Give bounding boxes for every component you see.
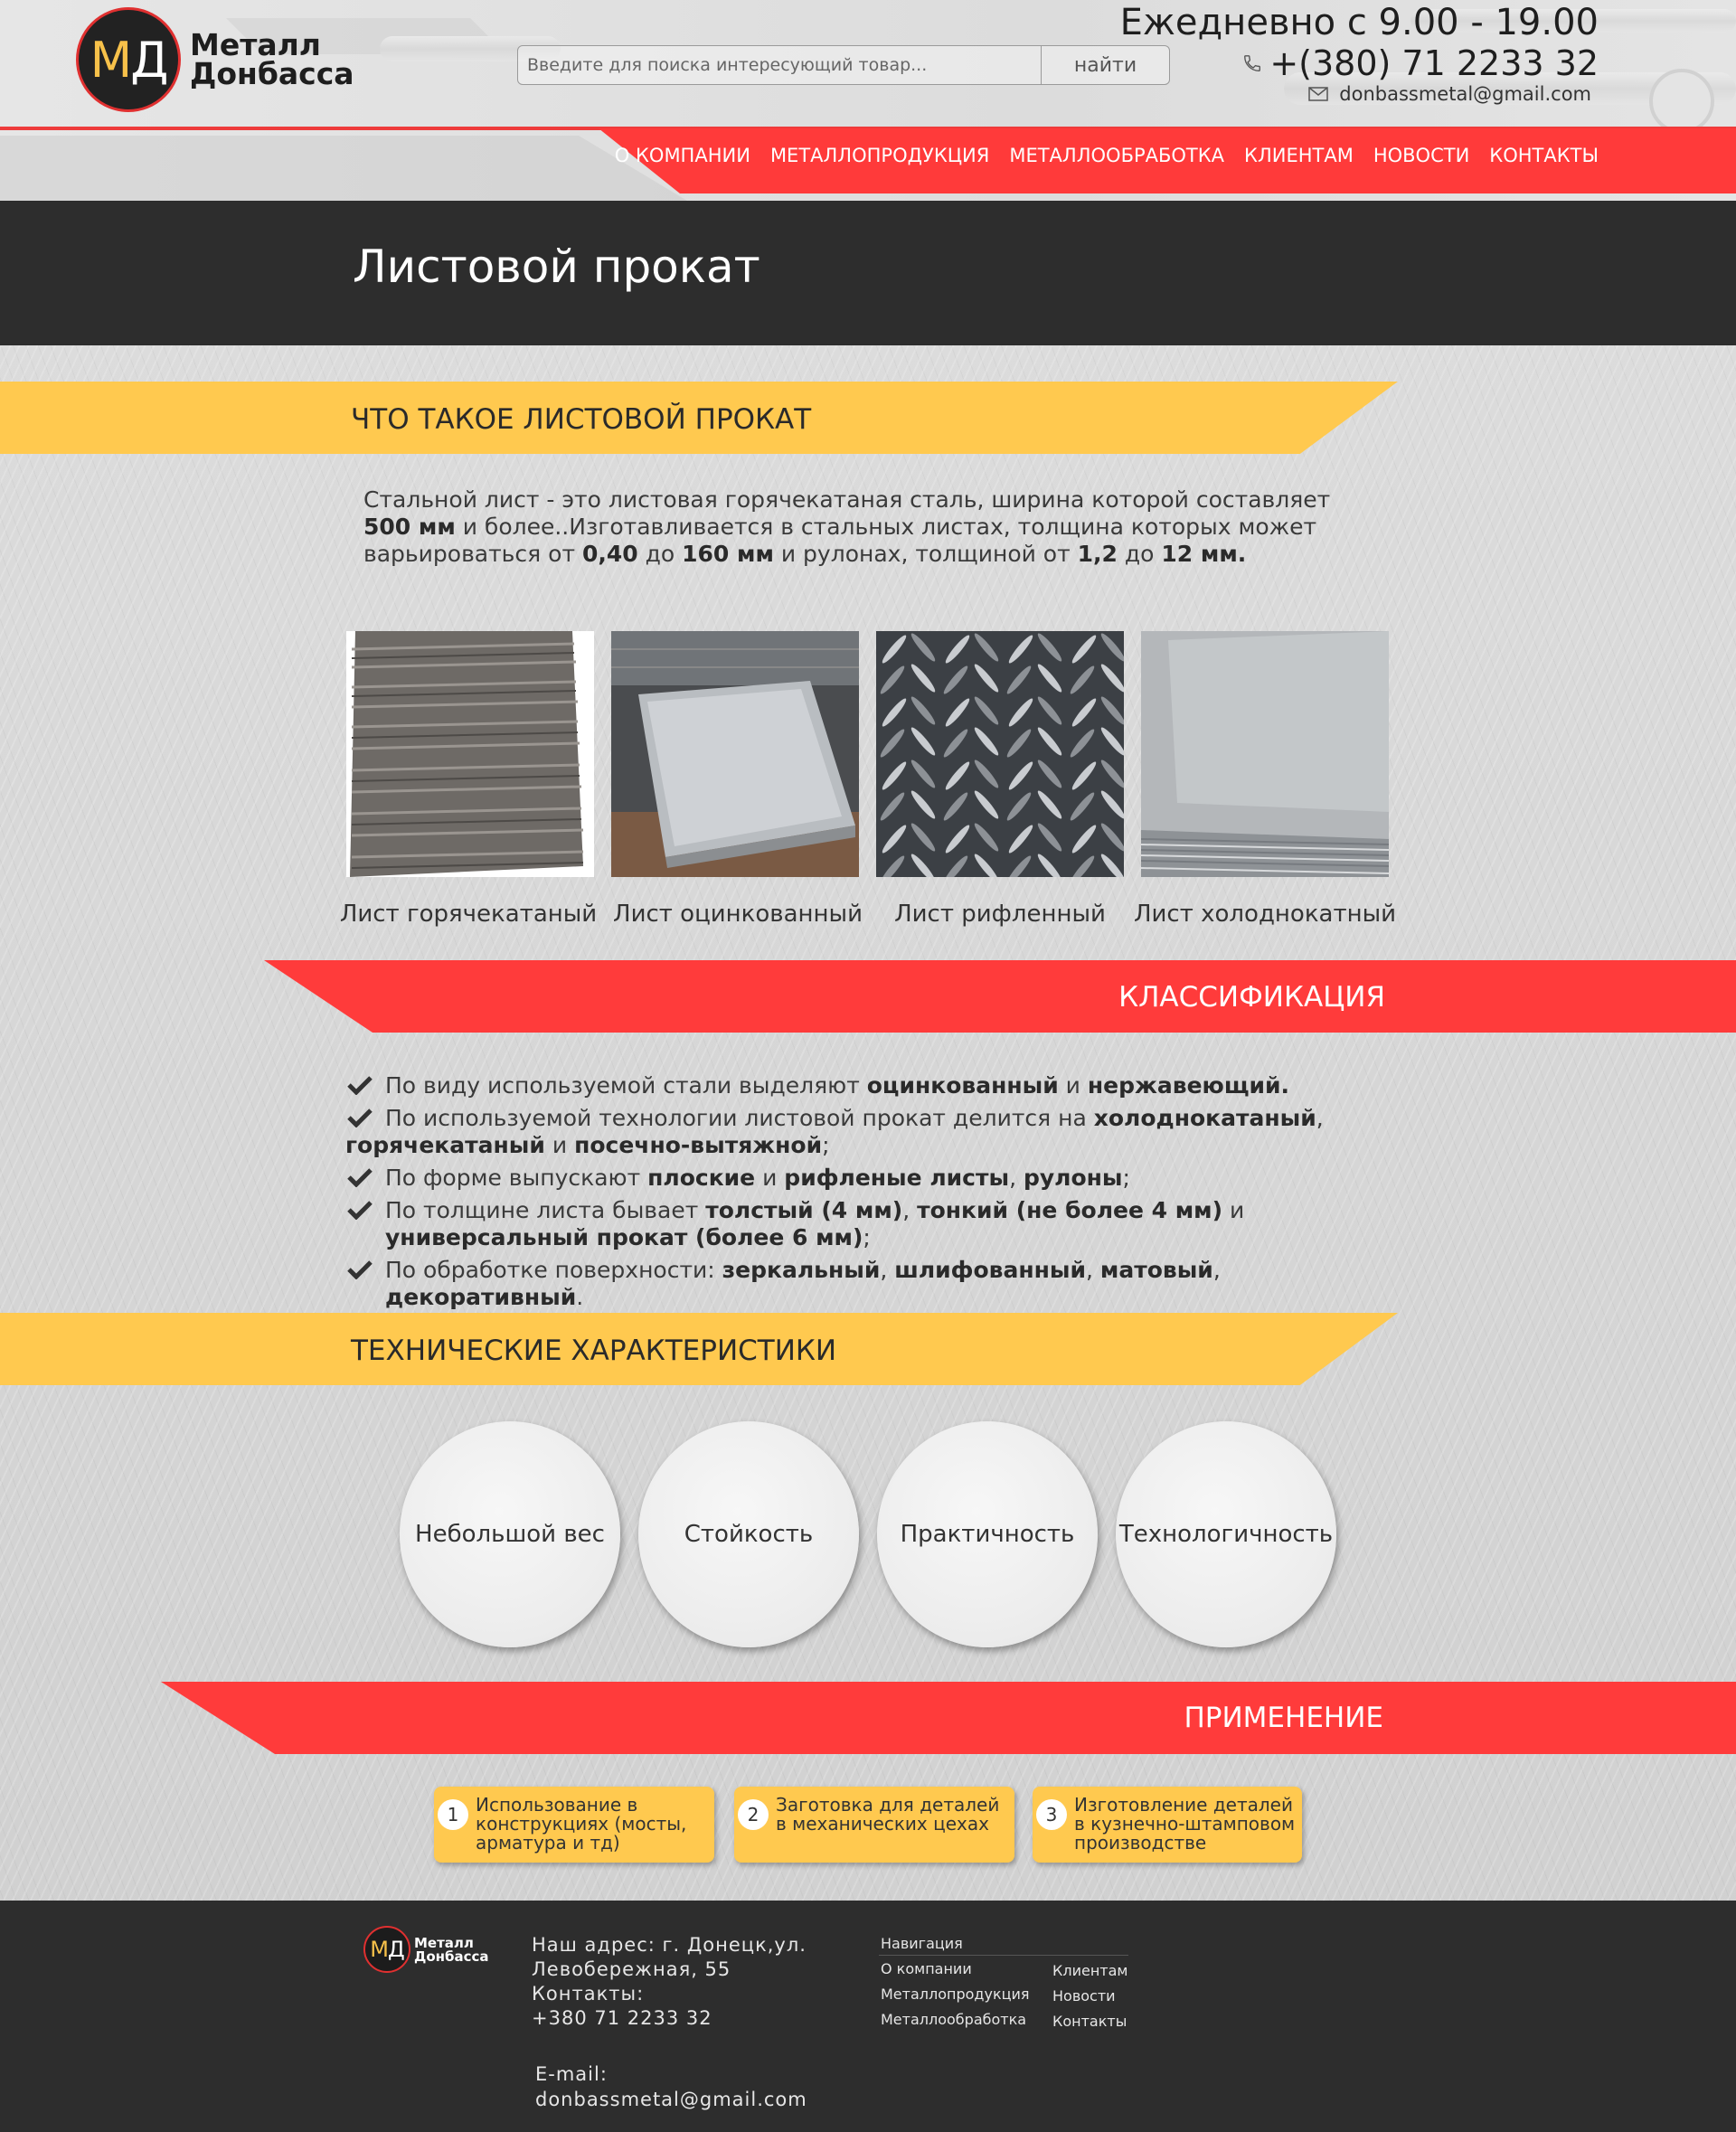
feature-label: Практичность [900,1521,1075,1548]
mail-icon [1308,87,1329,101]
product-caption-hot-rolled[interactable]: Лист горячекатаный [333,901,604,928]
product-image-cold-rolled[interactable] [1141,631,1389,877]
site-header: МД Металл Донбасса найти Ежедневно с 9.0… [0,0,1736,201]
list-item: По обработке поверхности: зеркальный, шл… [345,1257,1394,1311]
product-image-checkered[interactable] [876,631,1124,877]
product-image-galvanized[interactable] [611,631,859,877]
working-hours: Ежедневно с 9.00 - 19.00 [1119,2,1599,43]
header-email[interactable]: donbassmetal@gmail.com [1339,83,1591,105]
classification-list: По виду используемой стали выделяют оцин… [345,1072,1394,1316]
footer-address: Наш адрес: г. Донецк,ул. Левобережная, 5… [532,1933,807,2031]
check-icon [347,1260,373,1279]
address-line-1: Наш адрес: г. Донецк,ул. [532,1934,807,1956]
application-card-1: 1 Использование в конструкциях (мосты, а… [434,1787,714,1863]
footer-link-news[interactable]: Новости [1052,1987,1116,2005]
logo-letter-d: Д [130,31,168,89]
application-text: Изготовление деталей в кузнечно-штампово… [1074,1794,1296,1854]
section-ribbon-application [161,1682,1736,1754]
application-text: Использование в конструкциях (мосты, арм… [476,1794,687,1854]
phone-icon [1244,55,1261,71]
site-footer [0,1901,1736,2132]
nav-item-metal-products[interactable]: МЕТАЛЛОПРОДУКЦИЯ [770,145,989,166]
product-caption-checkered[interactable]: Лист рифленный [864,901,1136,928]
section-title-application: ПРИМЕНЕНИЕ [1184,1702,1383,1734]
check-icon [347,1168,373,1187]
search-button[interactable]: найти [1041,46,1169,84]
search-input[interactable] [527,46,1052,84]
application-number: 3 [1036,1799,1067,1830]
email-row: donbassmetal@gmail.com [1308,83,1591,105]
footer-link-metal-processing[interactable]: Металлообработка [881,2011,1026,2028]
page-title: Листовой прокат [353,241,760,293]
application-number: 2 [738,1799,769,1830]
feature-label: Технологичность [1118,1521,1334,1548]
application-card-2: 2 Заготовка для деталей в механических ц… [734,1787,1014,1863]
nav-item-news[interactable]: НОВОСТИ [1373,145,1469,166]
intro-paragraph: Стальной лист - это листовая горячекатан… [363,486,1331,567]
nav-item-clients[interactable]: КЛИЕНТАМ [1244,145,1354,166]
check-icon [347,1076,373,1095]
footer-logo-text[interactable]: Металл Донбасса [414,1937,489,1964]
feature-circle-durability: Стойкость [638,1421,859,1647]
footer-link-company[interactable]: О компании [881,1960,972,1977]
logo-text[interactable]: Металл Донбасса [190,30,354,91]
footer-email[interactable]: donbassmetal@gmail.com [535,2089,807,2110]
footer-link-clients[interactable]: Клиентам [1052,1962,1127,1979]
footer-logo-badge[interactable]: МД [363,1926,410,1973]
list-item: По используемой технологии листовой прок… [345,1105,1324,1158]
section-ribbon-classification [264,960,1736,1033]
footer-nav-title: Навигация [881,1935,963,1952]
section-title-classification: КЛАССИФИКАЦИЯ [1118,981,1385,1014]
feature-label: Стойкость [684,1521,814,1548]
feature-label: Небольшой вес [415,1521,605,1548]
list-item: По форме выпускают плоские и рифленые ли… [345,1165,1394,1192]
nav-item-contacts[interactable]: КОНТАКТЫ [1489,145,1599,166]
check-icon [347,1108,373,1127]
application-text: Заготовка для деталей в механических цех… [776,1794,1000,1835]
section-title-tech: ТЕХНИЧЕСКИЕ ХАРАКТЕРИСТИКИ [351,1335,837,1367]
phone-row: +(380) 71 2233 32 [1242,43,1599,83]
nav-item-metal-processing[interactable]: МЕТАЛЛООБРАБОТКА [1009,145,1224,166]
footer-nav-divider [879,1955,1128,1956]
footer-email-label: E-mail: [535,2063,608,2085]
footer-phone[interactable]: +380 71 2233 32 [532,2006,807,2031]
header-phone[interactable]: +(380) 71 2233 32 [1269,43,1599,83]
logo-letter-m: М [90,31,133,89]
main-nav: О КОМПАНИИ МЕТАЛЛОПРОДУКЦИЯ МЕТАЛЛООБРАБ… [615,145,1599,166]
application-number: 1 [438,1799,468,1830]
section-title-what: ЧТО ТАКОЕ ЛИСТОВОЙ ПРОКАТ [351,403,812,436]
product-caption-galvanized[interactable]: Лист оцинкованный [602,901,873,928]
list-item: По толщине листа бывает толстый (4 мм), … [345,1197,1394,1251]
page-title-band [0,201,1736,345]
check-icon [347,1201,373,1220]
search-box: найти [517,45,1170,85]
list-item: По виду используемой стали выделяют оцин… [345,1072,1394,1099]
logo-line-2: Донбасса [190,56,354,91]
feature-circle-practicality: Практичность [877,1421,1098,1647]
footer-link-contacts[interactable]: Контакты [1052,2013,1127,2030]
product-caption-cold-rolled[interactable]: Лист холоднокатный [1129,901,1401,928]
feature-circle-light-weight: Небольшой вес [400,1421,620,1647]
product-image-hot-rolled[interactable] [346,631,594,877]
footer-link-metal-products[interactable]: Металлопродукция [881,1986,1030,2003]
address-line-2: Левобережная, 55 [532,1958,731,1980]
contacts-label: Контакты: [532,1983,645,2005]
application-card-3: 3 Изготовление деталей в кузнечно-штампо… [1033,1787,1302,1863]
logo-badge[interactable]: МД [76,7,181,112]
nav-item-company[interactable]: О КОМПАНИИ [615,145,750,166]
feature-circle-manufacturability: Технологичность [1116,1421,1336,1647]
